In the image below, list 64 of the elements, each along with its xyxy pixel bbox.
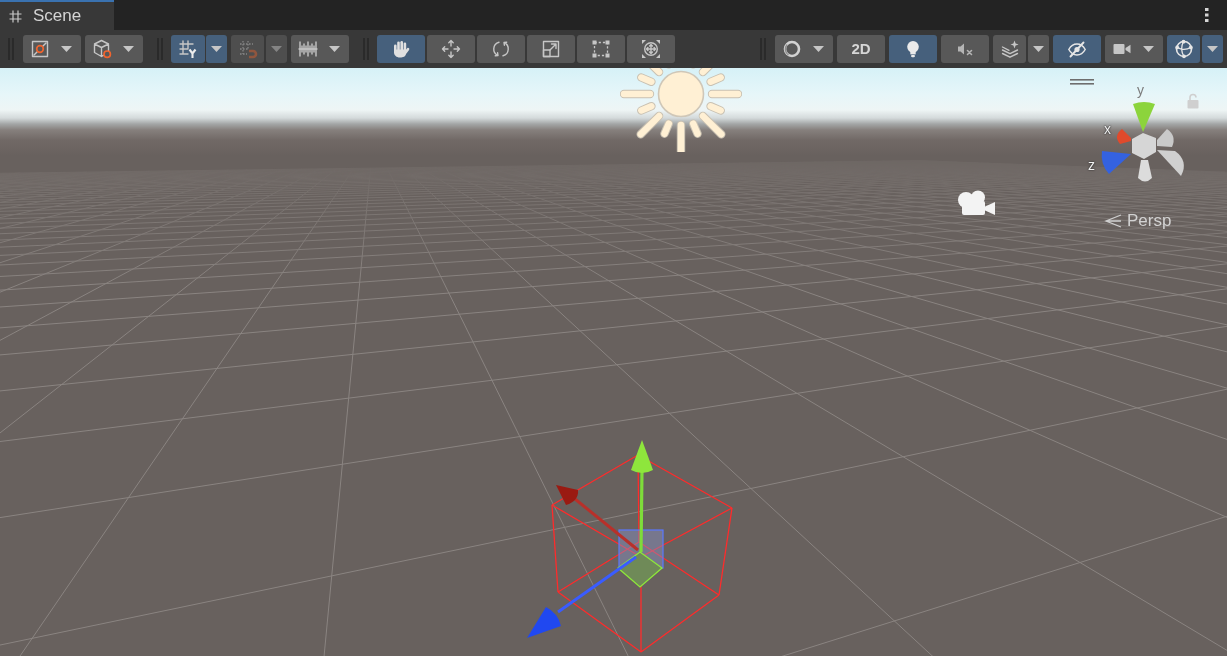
scale-icon: [541, 39, 561, 59]
hand-tool-button[interactable]: [377, 35, 425, 63]
magnet-grid-icon: [237, 39, 258, 59]
draw-mode-dropdown[interactable]: [775, 35, 833, 63]
projection-label[interactable]: Persp: [1127, 212, 1172, 229]
move-tool-button[interactable]: [427, 35, 475, 63]
ruler-dropdown[interactable]: [291, 35, 349, 63]
axis-cone[interactable]: [1157, 129, 1174, 147]
pivot-rotation-dropdown[interactable]: [85, 35, 143, 63]
center-handle-drawing[interactable]: [616, 529, 664, 588]
grid-snapping-dropdown[interactable]: [206, 35, 227, 63]
gizmo-center-cube[interactable]: [1132, 133, 1156, 159]
effects-dropdown[interactable]: [1028, 35, 1049, 63]
caret-icon: [813, 46, 824, 52]
layers-sparkle-icon: [999, 39, 1020, 59]
increment-snap-dropdown[interactable]: [266, 35, 287, 63]
effects-toggle[interactable]: [993, 35, 1026, 63]
caret-icon: [271, 46, 282, 52]
movie-camera-icon[interactable]: [957, 189, 998, 218]
scale-tool-button[interactable]: [527, 35, 575, 63]
camera-dropdown[interactable]: [1105, 35, 1163, 63]
caret-icon: [61, 46, 72, 52]
caret-icon: [1143, 46, 1154, 52]
scene-tab[interactable]: Scene: [0, 0, 114, 30]
gizmos-dropdown[interactable]: [1202, 35, 1223, 63]
hash-icon: [9, 9, 22, 23]
axis-label: y: [1137, 83, 1144, 97]
pivot-mode-dropdown[interactable]: [23, 35, 81, 63]
rect-transform-icon: [591, 39, 611, 59]
visibility-toggle[interactable]: [1053, 35, 1101, 63]
eye-slash-icon: [1067, 39, 1087, 59]
move-arrows-icon: [441, 39, 461, 59]
rect-tool-button[interactable]: [577, 35, 625, 63]
mode-2d-toggle[interactable]: 2D: [837, 35, 885, 63]
axis-cone[interactable]: [1138, 160, 1152, 182]
y-axis-arrow[interactable]: [631, 440, 653, 553]
shaded-sphere-icon: [782, 39, 802, 59]
transform-icon: [641, 39, 661, 59]
caret-icon: [123, 46, 134, 52]
transform-tool-button[interactable]: [627, 35, 675, 63]
caret-icon: [1207, 46, 1218, 52]
more-options-icon[interactable]: [1205, 8, 1209, 22]
cube-icon: [92, 39, 112, 59]
pivot-icon: [30, 39, 50, 59]
grid-snap-icon: [178, 39, 198, 59]
caret-icon: [329, 46, 340, 52]
hand-icon: [391, 39, 411, 59]
axis-label: x: [1104, 122, 1111, 136]
lighting-toggle[interactable]: [889, 35, 937, 63]
gizmo-sphere-icon: [1173, 39, 1194, 59]
axis-cone[interactable]: [1157, 150, 1184, 176]
grid-snapping-toggle[interactable]: [171, 35, 205, 63]
rotate-arrows-icon: [491, 39, 511, 59]
perspective-icon: [1104, 214, 1122, 228]
caret-icon: [1033, 46, 1044, 52]
axis-label: z: [1088, 158, 1095, 172]
caret-icon: [211, 46, 222, 52]
gizmos-toggle[interactable]: [1167, 35, 1200, 63]
sun-light-icon[interactable]: [620, 68, 742, 152]
drag-handle-icon[interactable]: [1070, 79, 1094, 85]
audio-toggle[interactable]: [941, 35, 989, 63]
axis-cone[interactable]: [1133, 102, 1155, 132]
rotate-tool-button[interactable]: [477, 35, 525, 63]
ruler-icon: [298, 39, 318, 59]
